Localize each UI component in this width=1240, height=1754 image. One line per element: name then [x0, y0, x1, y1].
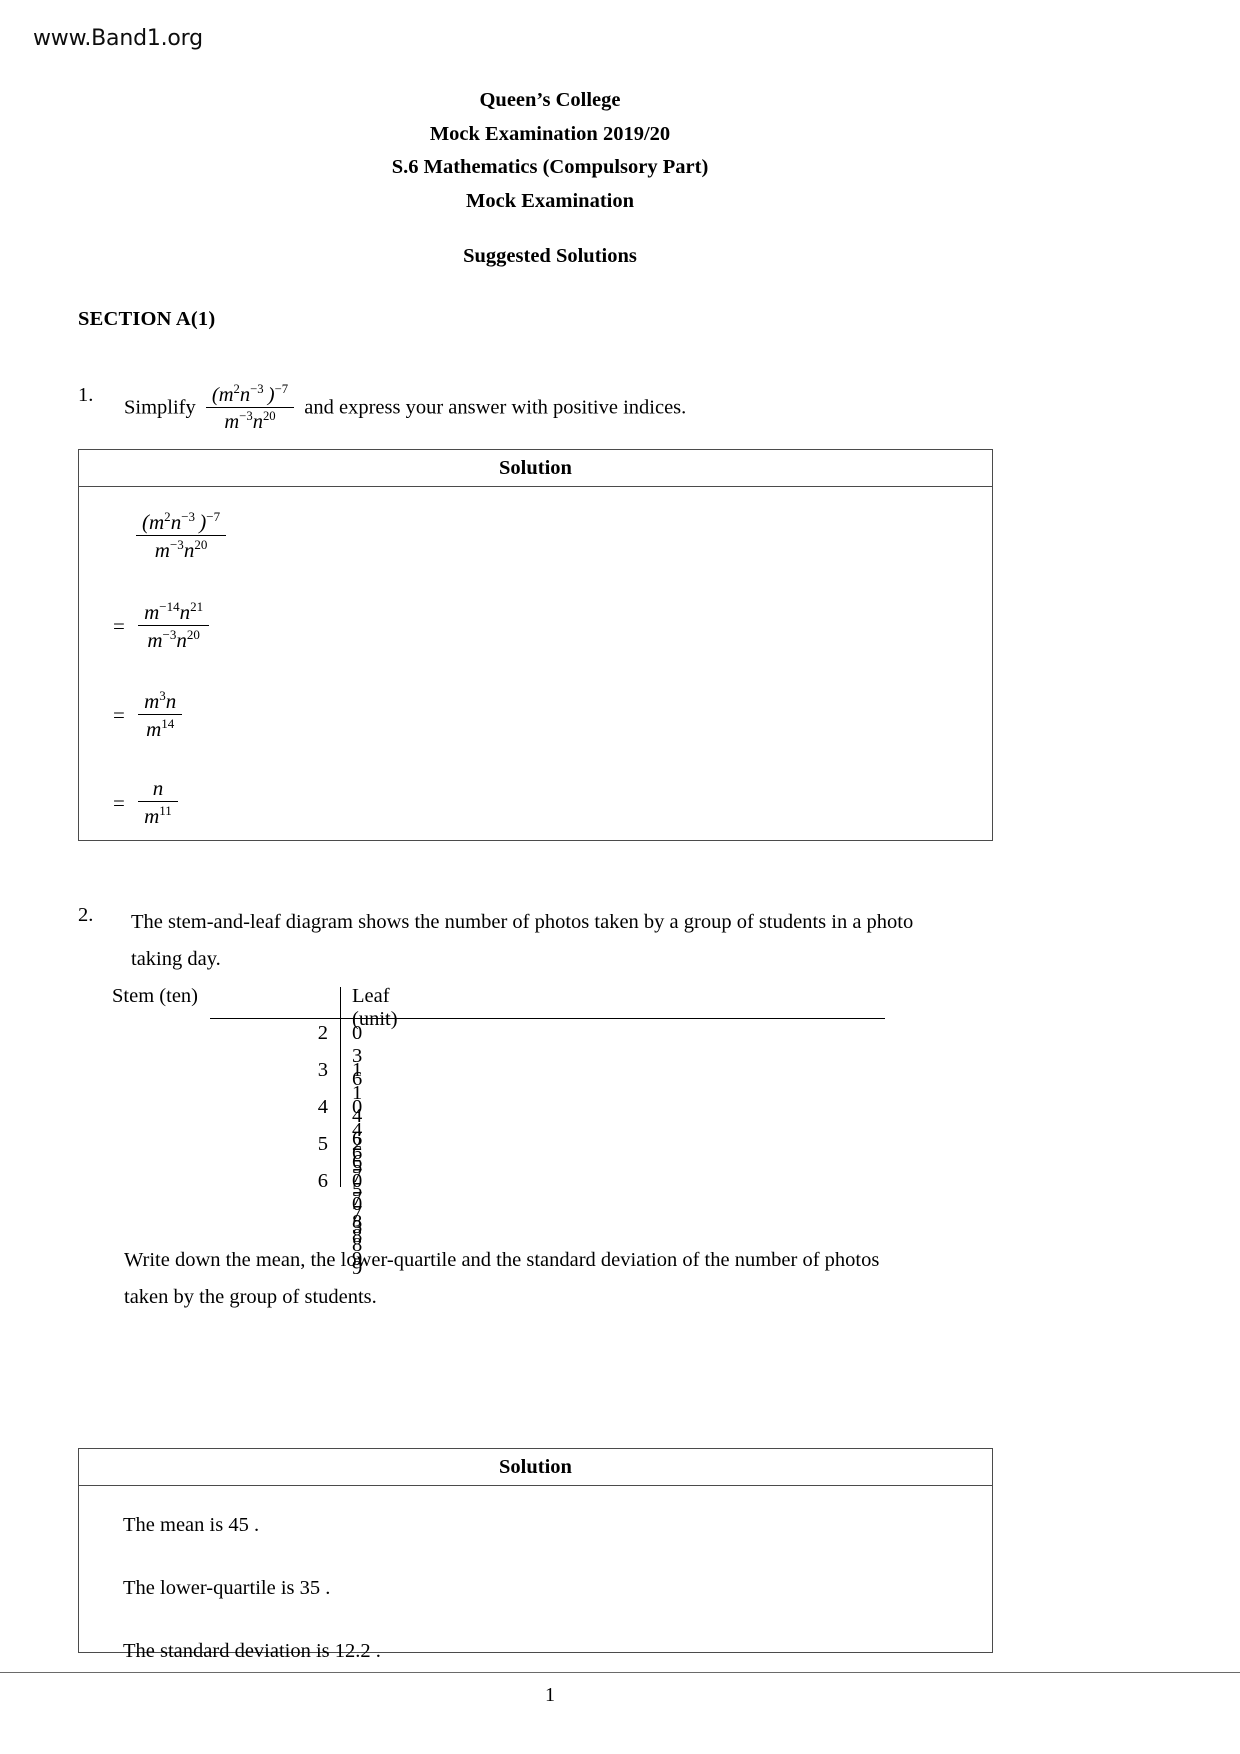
- solution-box-1-header: Solution: [79, 450, 992, 487]
- stem-column-header: Stem (ten): [112, 985, 198, 1007]
- solution-1-step-3: = m3n m14: [113, 688, 187, 741]
- stem-leaf-header-rule: [210, 1018, 885, 1019]
- question-2-text-line-1: The stem-and-leaf diagram shows the numb…: [131, 911, 914, 933]
- stem-leaf-divider: [340, 987, 341, 1187]
- solution-2-lower-quartile-line: The lower-quartile is 35 .: [123, 1577, 331, 1599]
- footer-divider: [0, 1672, 1240, 1673]
- leaf-values: 003: [352, 1170, 410, 1239]
- question-2-text-line-2: taking day.: [131, 948, 221, 970]
- leaf-value: 1: [352, 1059, 363, 1081]
- question-1-text-before: Simplify: [124, 396, 196, 419]
- document-page: www.Band1.org Queen’s College Mock Exami…: [0, 0, 1240, 1754]
- solution-box-2-body: The mean is 45 . The lower-quartile is 3…: [79, 1486, 992, 1662]
- solution-2-standard-deviation-line: The standard deviation is 12.2 .: [123, 1640, 381, 1662]
- leaf-value: 2: [352, 1133, 363, 1155]
- solution-1-step-1: (m2n−3 )−7 m−3n20: [131, 509, 231, 562]
- stem-value: 5: [317, 1133, 328, 1155]
- question-1-denominator: m−3n20: [224, 408, 276, 433]
- header-exam-year: Mock Examination 2019/20: [429, 122, 671, 145]
- question-2-number: 2.: [78, 904, 94, 926]
- question-1-numerator: (m2n−3 )−7: [205, 382, 295, 408]
- solution-2-mean-line: The mean is 45 .: [123, 1514, 260, 1536]
- solution-1-step-2: = m−14n21 m−3n20: [113, 599, 214, 652]
- solution-box-question-2: Solution The mean is 45 . The lower-quar…: [78, 1448, 993, 1662]
- document-header: Queen’s College Mock Examination 2019/20…: [0, 84, 1100, 274]
- stem-value: 6: [317, 1170, 328, 1192]
- question-2-prompt-line-2: taken by the group of students.: [124, 1286, 377, 1308]
- leaf-value: 3: [352, 1216, 363, 1238]
- question-1-body: Simplify (m2n−3 )−7 m−3n20 and express y…: [124, 382, 1024, 434]
- stem-value: 3: [317, 1059, 328, 1081]
- solution-box-1-body: (m2n−3 )−7 m−3n20 = m−14n21 m−3n20 = m3n…: [79, 487, 992, 835]
- question-2-prompt-line-1: Write down the mean, the lower-quartile …: [124, 1249, 880, 1271]
- question-1-text-after: and express your answer with positive in…: [304, 396, 687, 419]
- solution-box-question-1: Solution (m2n−3 )−7 m−3n20 = m−14n21 m−3…: [78, 449, 993, 841]
- stem-value: 4: [317, 1096, 328, 1118]
- header-subject: S.6 Mathematics (Compulsory Part): [391, 156, 709, 178]
- stem-value: 2: [317, 1022, 328, 1044]
- question-2-body: The stem-and-leaf diagram shows the numb…: [131, 904, 1011, 978]
- leaf-value: 0: [352, 1022, 363, 1044]
- leaf-value: 0: [352, 1170, 363, 1192]
- header-exam-type: Mock Examination: [466, 189, 634, 212]
- question-1-expression: (m2n−3 )−7 m−3n20: [205, 382, 295, 433]
- header-spacer: [0, 218, 1100, 240]
- header-school-name: Queen’s College: [479, 89, 621, 111]
- solution-1-step-4: = n m11: [113, 777, 183, 828]
- header-suggested-solutions: Suggested Solutions: [463, 245, 637, 267]
- leaf-value: 0: [352, 1193, 363, 1215]
- solution-box-2-header: Solution: [79, 1449, 992, 1486]
- page-number: 1: [545, 1684, 555, 1706]
- question-1-number: 1.: [78, 384, 94, 406]
- site-watermark: www.Band1.org: [33, 26, 203, 51]
- section-heading: SECTION A(1): [78, 308, 216, 330]
- leaf-value: 0: [352, 1096, 363, 1118]
- question-2-prompt: Write down the mean, the lower-quartile …: [124, 1242, 1024, 1316]
